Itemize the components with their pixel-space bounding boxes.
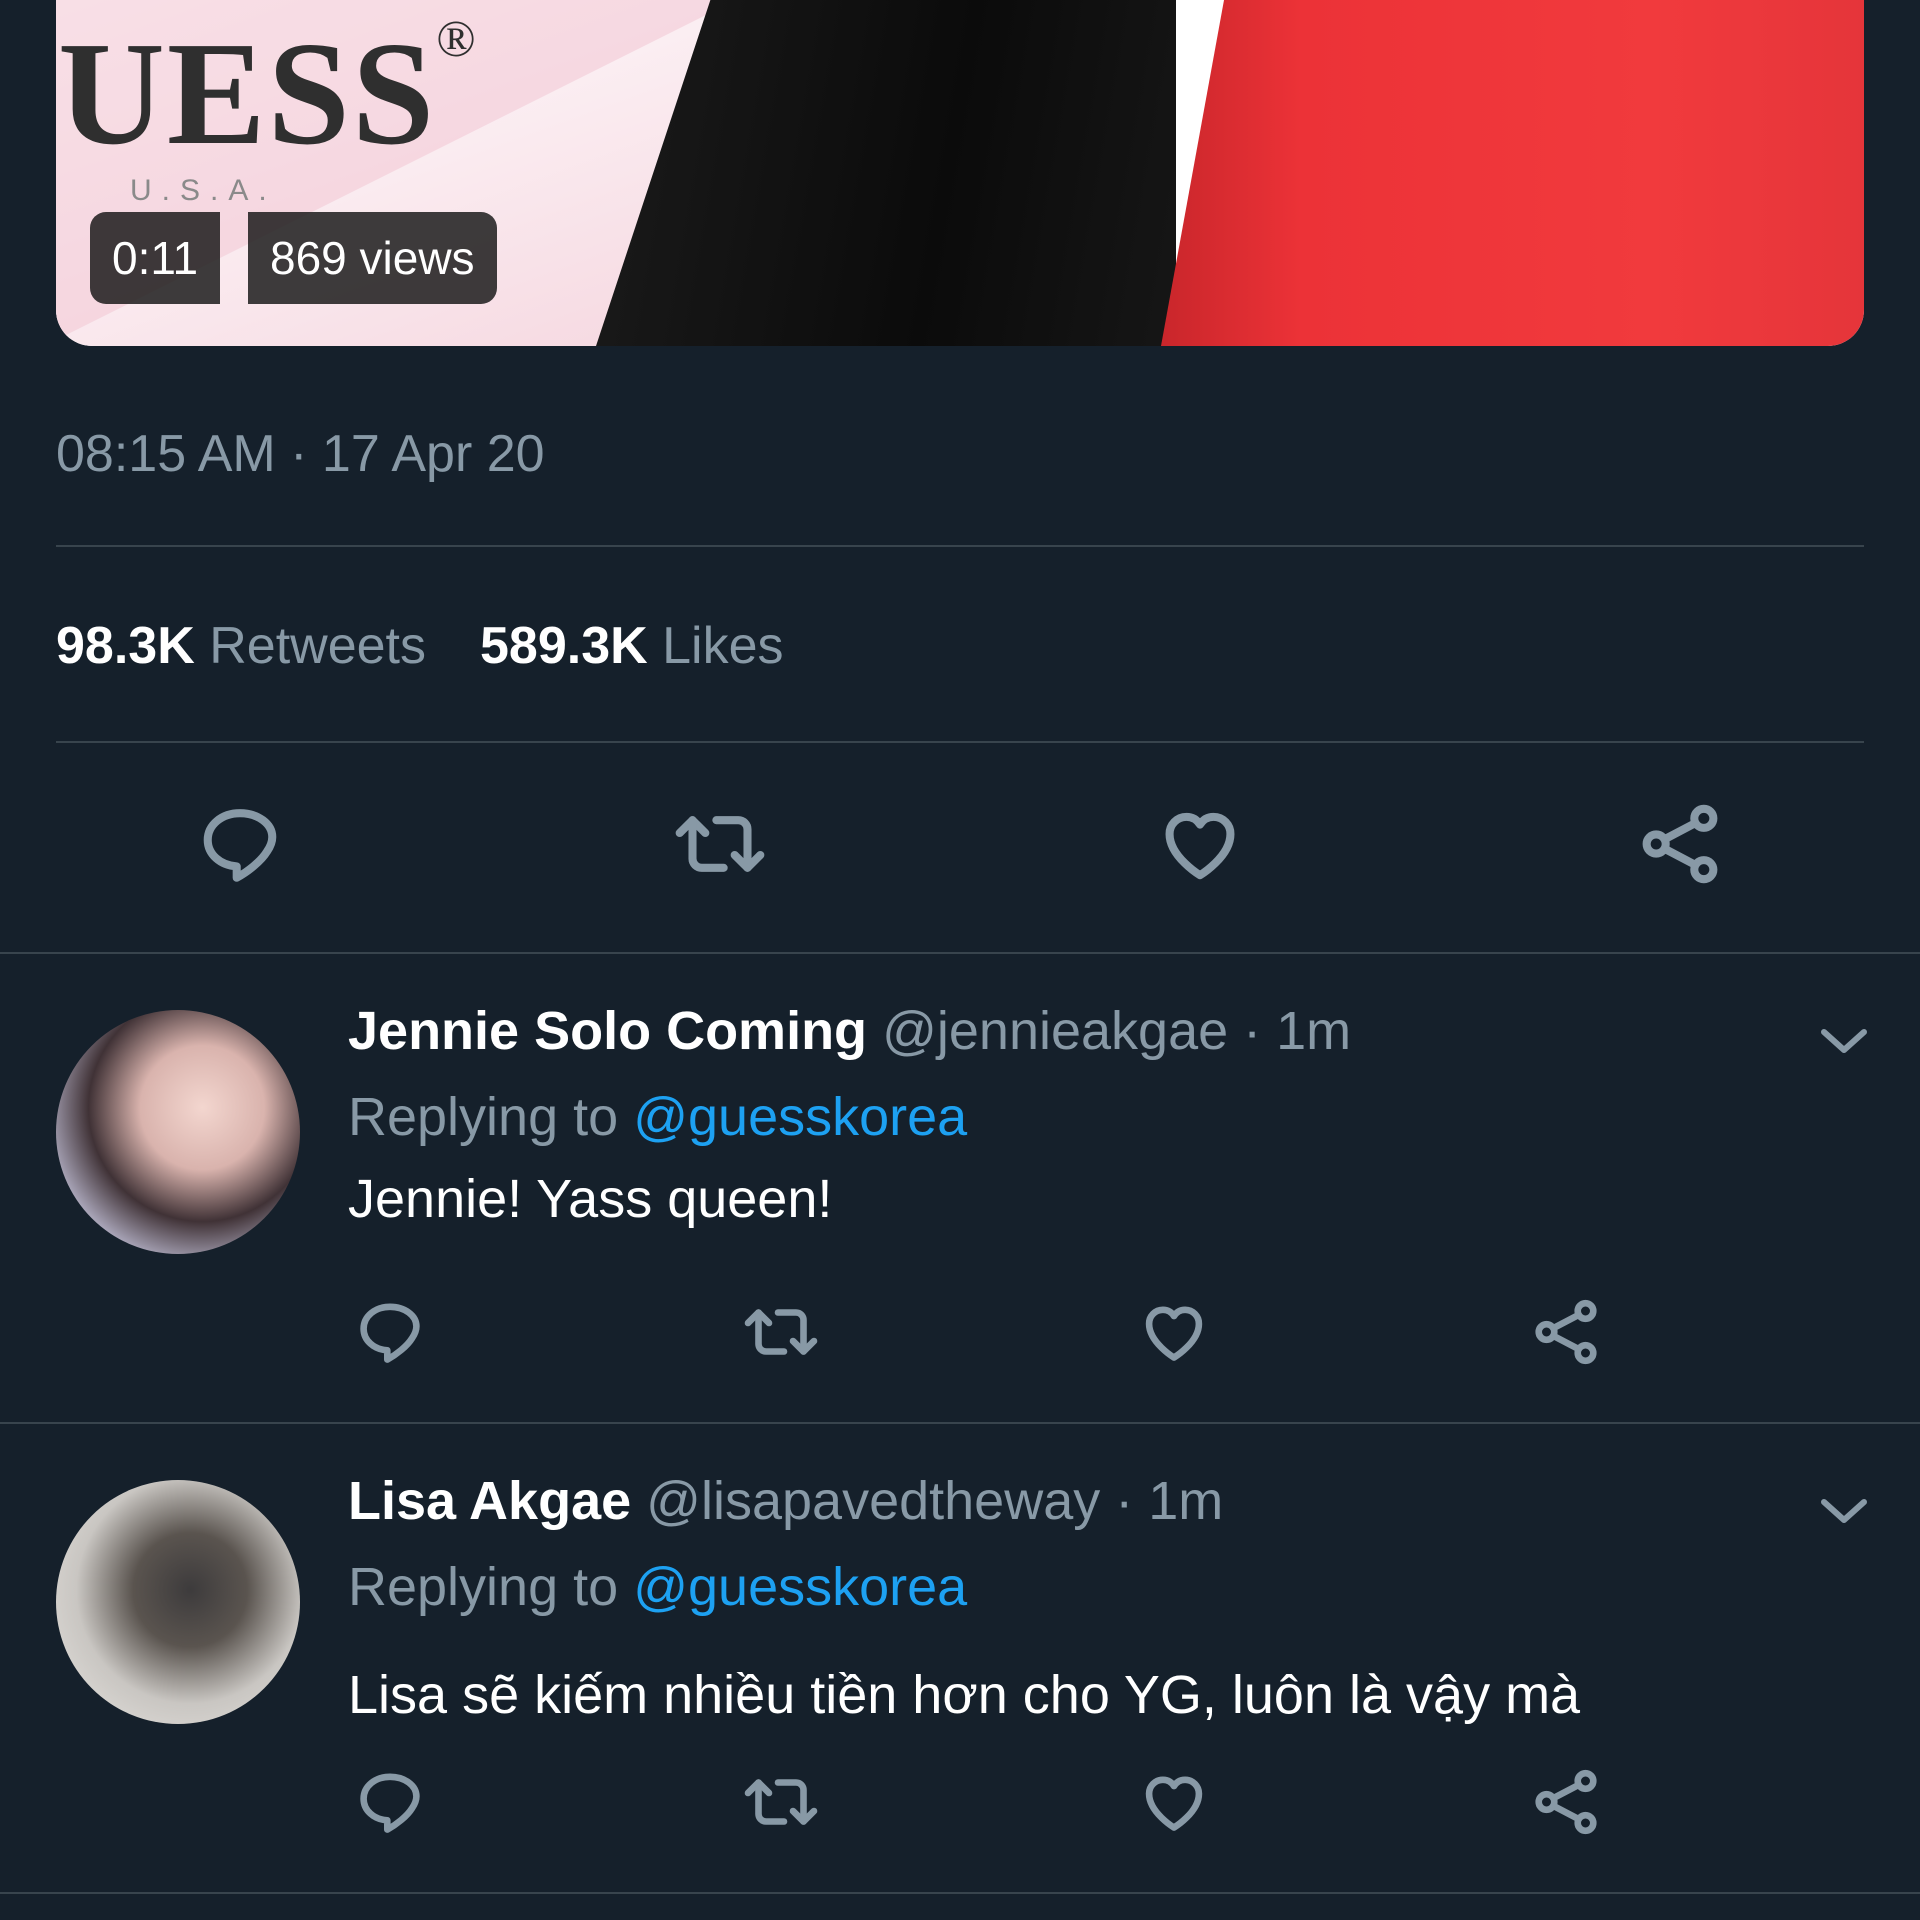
- reply-time: · 1m: [1243, 1001, 1352, 1061]
- likes-label: Likes: [662, 617, 784, 675]
- video-media[interactable]: UESS® U.S.A. 0:11 869 views: [56, 0, 1864, 346]
- replying-to: Replying to @guesskorea: [348, 1086, 967, 1148]
- reply-time: · 1m: [1115, 1471, 1224, 1531]
- reply-icon[interactable]: [196, 800, 284, 888]
- mention-link[interactable]: @guesskorea: [633, 1087, 967, 1147]
- display-name[interactable]: Jennie Solo Coming: [348, 1001, 867, 1061]
- share-icon[interactable]: [1530, 1766, 1602, 1838]
- divider: [0, 952, 1920, 954]
- reply-text: Lisa sẽ kiếm nhiều tiền hơn cho YG, luôn…: [348, 1665, 1581, 1725]
- brand-subtext: U.S.A.: [130, 174, 277, 207]
- tweet-stats: 98.3K Retweets 589.3K Likes: [56, 616, 784, 676]
- like-icon[interactable]: [1138, 1766, 1210, 1838]
- divider: [56, 741, 1864, 743]
- divider: [0, 1892, 1920, 1894]
- mention-link[interactable]: @guesskorea: [633, 1557, 967, 1617]
- avatar[interactable]: [56, 1010, 300, 1254]
- retweets-label: Retweets: [209, 617, 426, 675]
- reply-header: Jennie Solo Coming @jennieakgae · 1m: [348, 1000, 1351, 1062]
- likes-count: 589.3K: [479, 617, 648, 675]
- retweet-icon[interactable]: [738, 1766, 824, 1838]
- retweet-icon[interactable]: [738, 1296, 824, 1368]
- reply-icon[interactable]: [354, 1766, 426, 1838]
- brand-logo-text: UESS®: [58, 11, 478, 176]
- chevron-down-icon[interactable]: [1818, 1494, 1870, 1528]
- share-icon[interactable]: [1530, 1296, 1602, 1368]
- user-handle[interactable]: @jennieakgae: [882, 1001, 1228, 1061]
- reply-icon[interactable]: [354, 1296, 426, 1368]
- user-handle[interactable]: @lisapavedtheway: [646, 1471, 1100, 1531]
- reply-header: Lisa Akgae @lisapavedtheway · 1m: [348, 1470, 1223, 1532]
- divider: [0, 1422, 1920, 1424]
- retweets-stat[interactable]: 98.3K Retweets: [56, 617, 426, 675]
- share-icon[interactable]: [1636, 800, 1724, 888]
- divider: [56, 545, 1864, 547]
- retweets-count: 98.3K: [56, 617, 195, 675]
- like-icon[interactable]: [1138, 1296, 1210, 1368]
- avatar[interactable]: [56, 1480, 300, 1724]
- tweet-timestamp: 08:15 AM · 17 Apr 20: [56, 425, 545, 483]
- media-red-backdrop: [1161, 0, 1864, 346]
- replying-prefix: Replying to: [348, 1557, 619, 1617]
- retweet-icon[interactable]: [668, 800, 772, 888]
- chevron-down-icon[interactable]: [1818, 1024, 1870, 1058]
- replying-prefix: Replying to: [348, 1087, 619, 1147]
- video-views-badge: 869 views: [248, 212, 497, 304]
- likes-stat[interactable]: 589.3K Likes: [480, 617, 784, 675]
- reply-text: Jennie! Yass queen!: [348, 1169, 833, 1229]
- video-duration-badge: 0:11: [90, 212, 221, 304]
- like-icon[interactable]: [1156, 800, 1244, 888]
- replying-to: Replying to @guesskorea: [348, 1556, 967, 1618]
- display-name[interactable]: Lisa Akgae: [348, 1471, 631, 1531]
